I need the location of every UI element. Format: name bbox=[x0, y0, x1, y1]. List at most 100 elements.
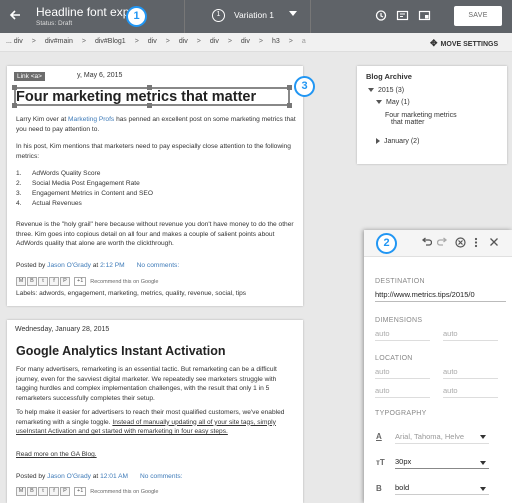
chevron-down-icon[interactable] bbox=[289, 11, 297, 16]
remove-element-icon[interactable] bbox=[455, 237, 466, 251]
blog-icon[interactable]: B bbox=[27, 277, 37, 286]
post-labels: Labels: adwords, engagement, marketing, … bbox=[16, 290, 247, 297]
facebook-icon[interactable]: f bbox=[49, 277, 59, 286]
list-item: 3. Engagement Metrics in Content and SEO bbox=[16, 190, 153, 197]
archive-title: Blog Archive bbox=[366, 72, 412, 81]
twitter-icon[interactable]: t bbox=[38, 277, 48, 286]
right-field[interactable]: auto bbox=[443, 366, 498, 379]
breadcrumb-item[interactable]: div bbox=[210, 38, 219, 45]
post-paragraph: In his post, Kim mentions that marketers… bbox=[16, 143, 291, 160]
recommend-text: Recommend this on Google bbox=[90, 278, 159, 285]
header-divider bbox=[184, 0, 185, 33]
post-paragraph: Revenue is the "holy grail" here because… bbox=[16, 221, 294, 247]
metrics-list: 1. AdWords Quality Score 2. Social Media Po… bbox=[16, 169, 153, 209]
facebook-icon[interactable]: f bbox=[49, 487, 59, 496]
save-button[interactable]: SAVE bbox=[454, 6, 502, 26]
breadcrumb-separator: > bbox=[258, 38, 263, 45]
post-time-link[interactable]: 2:12 PM bbox=[100, 262, 125, 269]
archive-post-link[interactable]: Four marketing metrics that matter bbox=[385, 112, 457, 126]
pinterest-icon[interactable]: P bbox=[60, 277, 70, 286]
breadcrumb-separator: > bbox=[196, 38, 201, 45]
element-properties-panel: 2 DESTINATION http://www.metrics.tips/20… bbox=[364, 230, 512, 503]
google-plus-one-button[interactable]: +1 bbox=[74, 277, 87, 286]
email-icon[interactable]: M bbox=[16, 487, 26, 496]
breadcrumb-separator: > bbox=[227, 38, 232, 45]
chevron-down-icon[interactable] bbox=[480, 461, 486, 465]
top-field[interactable]: auto bbox=[375, 366, 430, 379]
email-icon[interactable]: M bbox=[16, 277, 26, 286]
read-more-link[interactable]: Read more on the GA Blog. bbox=[16, 450, 298, 460]
twitter-icon[interactable]: t bbox=[38, 487, 48, 496]
author-link[interactable]: Jason O'Grady bbox=[47, 262, 91, 269]
list-item: 1. AdWords Quality Score bbox=[16, 170, 101, 177]
comments-link[interactable]: No comments: bbox=[140, 473, 183, 480]
marketing-profs-link[interactable]: Marketing Profs bbox=[68, 116, 114, 123]
height-field[interactable]: auto bbox=[443, 328, 498, 341]
font-size-icon: тT bbox=[376, 458, 385, 467]
more-vert-icon[interactable] bbox=[474, 237, 478, 251]
breadcrumb-separator: > bbox=[134, 38, 139, 45]
archive-year-2015[interactable]: 2015 (3) bbox=[368, 87, 404, 94]
breadcrumb-item[interactable]: div bbox=[241, 38, 250, 45]
destination-url-field[interactable]: http://www.metrics.tips/2015/0 bbox=[375, 289, 506, 302]
breadcrumb-item[interactable]: div#Blog1 bbox=[95, 38, 126, 45]
breadcrumb-item[interactable]: ... div bbox=[6, 38, 23, 45]
chevron-down-icon[interactable] bbox=[480, 487, 486, 491]
width-field[interactable]: auto bbox=[375, 328, 430, 341]
archive-month-may[interactable]: May (1) bbox=[376, 99, 410, 106]
post-paragraph: Larry Kim over at Marketing Profs has pe… bbox=[16, 116, 296, 133]
blog-archive-widget: Blog Archive 2015 (3) May (1) Four marke… bbox=[357, 66, 507, 164]
experiment-title[interactable]: Headline font exp bbox=[36, 5, 129, 19]
resize-handle[interactable] bbox=[287, 85, 292, 90]
post-title-link[interactable]: Four marketing metrics that matter bbox=[16, 89, 256, 105]
breadcrumb-item[interactable]: div#main bbox=[45, 38, 73, 45]
element-tag-label: Link <a> bbox=[14, 72, 45, 81]
close-icon[interactable] bbox=[489, 237, 499, 250]
history-icon[interactable] bbox=[374, 9, 388, 23]
callout-badge-1: 1 bbox=[126, 6, 147, 27]
pinterest-icon[interactable]: P bbox=[60, 487, 70, 496]
element-breadcrumb-bar: ... div > div#main > div#Blog1 > div > div > div > d… bbox=[0, 33, 512, 52]
comments-link[interactable]: No comments: bbox=[137, 262, 180, 269]
left-field[interactable]: auto bbox=[443, 385, 498, 398]
location-label: LOCATION bbox=[375, 355, 413, 362]
callout-badge-3: 3 bbox=[294, 76, 315, 97]
dimensions-label: DIMENSIONS bbox=[375, 317, 423, 324]
preview-icon[interactable] bbox=[418, 9, 432, 23]
author-link[interactable]: Jason O'Grady bbox=[47, 473, 91, 480]
breadcrumb-item[interactable]: h3 bbox=[272, 38, 280, 45]
move-settings-button[interactable]: ✥ MOVE SETTINGS bbox=[430, 38, 498, 49]
font-size-select[interactable]: 30px bbox=[395, 456, 489, 469]
breadcrumb-item[interactable]: div bbox=[148, 38, 157, 45]
breadcrumb-item[interactable]: div bbox=[179, 38, 188, 45]
resize-handle[interactable] bbox=[287, 103, 292, 108]
breadcrumb-separator: > bbox=[31, 38, 36, 45]
archive-month-january[interactable]: January (2) bbox=[376, 138, 419, 145]
chevron-down-icon[interactable] bbox=[480, 435, 486, 439]
list-item: 2. Social Media Post Engagement Rate bbox=[16, 180, 140, 187]
expanded-triangle-icon bbox=[368, 88, 374, 93]
share-buttons: M B t f P +1 Recommend this on Google bbox=[16, 277, 158, 286]
panel-header: 2 bbox=[364, 230, 512, 257]
post-time-link[interactable]: 12:01 AM bbox=[100, 473, 128, 480]
back-arrow-icon[interactable] bbox=[9, 9, 21, 24]
breadcrumb-separator: > bbox=[288, 38, 293, 45]
move-settings-label: MOVE SETTINGS bbox=[440, 41, 499, 48]
google-plus-one-button[interactable]: +1 bbox=[74, 487, 87, 496]
font-weight-select[interactable]: bold bbox=[395, 482, 489, 495]
post-meta: Posted by Jason O'Grady at 2:12 PM No com… bbox=[16, 262, 180, 269]
bottom-field[interactable]: auto bbox=[375, 385, 430, 398]
breadcrumb-item[interactable]: a bbox=[302, 38, 306, 45]
font-family-select[interactable]: Arial, Tahoma, Helve bbox=[395, 431, 489, 444]
recommend-text: Recommend this on Google bbox=[90, 488, 159, 495]
font-family-icon: A bbox=[376, 432, 382, 441]
blog-icon[interactable]: B bbox=[27, 487, 37, 496]
post-title-link[interactable]: Google Analytics Instant Activation bbox=[16, 344, 226, 358]
undo-icon[interactable] bbox=[421, 237, 433, 250]
experiment-status: Status: Draft bbox=[36, 20, 73, 27]
post-date: y, May 6, 2015 bbox=[77, 72, 123, 79]
post-paragraph: For many advertisers, remarketing is an … bbox=[16, 366, 277, 402]
code-editor-icon[interactable] bbox=[396, 9, 410, 23]
variation-selector[interactable]: Variation 1 bbox=[234, 10, 274, 20]
redo-icon[interactable] bbox=[436, 237, 448, 250]
